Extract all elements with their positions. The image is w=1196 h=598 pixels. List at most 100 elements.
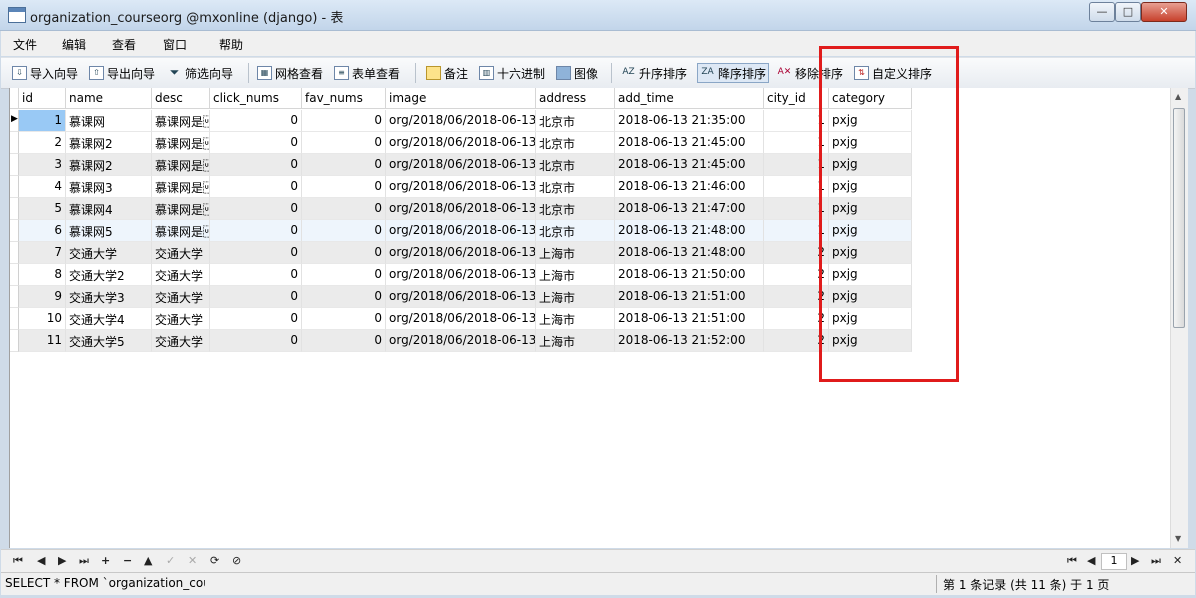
last-record-icon[interactable]: ⏭ (79, 554, 89, 568)
cell-fav-nums[interactable]: 0 (302, 308, 386, 330)
cell-id[interactable]: 1 (19, 110, 66, 132)
cell-name[interactable]: 交通大学 (66, 242, 152, 264)
cell-desc[interactable]: 交通大学 (152, 330, 210, 352)
cell-add-time[interactable]: 2018-06-13 21:52:00 (615, 330, 764, 352)
menu-window[interactable]: 窗口 (163, 36, 187, 53)
cell-city-id[interactable]: 1 (764, 176, 829, 198)
column-header-desc[interactable]: desc (152, 88, 210, 109)
cell-desc[interactable]: 慕课网是 (152, 198, 210, 220)
stop-icon[interactable]: ⊘ (232, 554, 241, 567)
cell-image[interactable]: org/2018/06/2018-06-13_ (386, 330, 536, 352)
column-header-id[interactable]: id (19, 88, 66, 109)
cell-fav-nums[interactable]: 0 (302, 154, 386, 176)
last-page-icon[interactable]: ⏭ (1151, 554, 1161, 568)
scroll-down-icon[interactable]: ▼ (1175, 534, 1181, 543)
cell-address[interactable]: 北京市 (536, 198, 615, 220)
cell-city-id[interactable]: 2 (764, 264, 829, 286)
custom-sort-button[interactable]: ⇅ 自定义排序 (854, 64, 932, 82)
form-view-button[interactable]: ≡ 表单查看 (334, 64, 400, 82)
cell-desc[interactable]: 交通大学 (152, 264, 210, 286)
cell-id[interactable]: 7 (19, 242, 66, 264)
cell-click-nums[interactable]: 0 (210, 154, 302, 176)
vertical-scrollbar[interactable]: ▲ ▼ (1170, 88, 1188, 548)
cell-fav-nums[interactable]: 0 (302, 176, 386, 198)
grid-view-button[interactable]: ▦ 网格查看 (257, 64, 323, 82)
cell-fav-nums[interactable]: 0 (302, 110, 386, 132)
cell-fav-nums[interactable]: 0 (302, 330, 386, 352)
cancel-icon[interactable]: ✕ (188, 554, 197, 567)
table-row[interactable]: 1 慕课网 慕课网是 0 0 org/2018/06/2018-06-13_ 北京市 201… (19, 110, 912, 132)
import-wizard-button[interactable]: ⇩ 导入向导 (12, 64, 78, 82)
cell-name[interactable]: 交通大学4 (66, 308, 152, 330)
cell-name[interactable]: 交通大学5 (66, 330, 152, 352)
refresh-icon[interactable]: ⟳ (210, 554, 219, 567)
minimize-button[interactable]: — (1089, 2, 1115, 22)
menu-edit[interactable]: 编辑 (62, 36, 86, 53)
table-row[interactable]: 8 交通大学2 交通大学 0 0 org/2018/06/2018-06-13_ 上海市 20… (19, 264, 912, 286)
hex-button[interactable]: ▥ 十六进制 (479, 64, 545, 82)
cell-click-nums[interactable]: 0 (210, 242, 302, 264)
column-header-fav-nums[interactable]: fav_nums (302, 88, 386, 109)
page-number-input[interactable]: 1 (1101, 553, 1127, 570)
cell-city-id[interactable]: 1 (764, 154, 829, 176)
cell-category[interactable]: pxjg (829, 220, 912, 242)
column-header-city-id[interactable]: city_id (764, 88, 829, 109)
row-selector[interactable] (10, 308, 19, 330)
prev-page-icon[interactable]: ◀ (1087, 554, 1095, 567)
row-selector[interactable] (10, 330, 19, 352)
cell-address[interactable]: 上海市 (536, 308, 615, 330)
cell-add-time[interactable]: 2018-06-13 21:45:00 (615, 154, 764, 176)
tools-icon[interactable]: ✕ (1173, 554, 1182, 567)
table-row[interactable]: 5 慕课网4 慕课网是 0 0 org/2018/06/2018-06-13_ 北京市 20… (19, 198, 912, 220)
column-header-category[interactable]: category (829, 88, 912, 109)
first-page-icon[interactable]: ⏮ (1067, 554, 1077, 568)
row-selector[interactable]: ▶ (10, 110, 19, 132)
cell-address[interactable]: 上海市 (536, 264, 615, 286)
cell-image[interactable]: org/2018/06/2018-06-13_ (386, 220, 536, 242)
cell-image[interactable]: org/2018/06/2018-06-13_ (386, 264, 536, 286)
prev-record-icon[interactable]: ◀ (37, 554, 45, 567)
table-row[interactable]: 10 交通大学4 交通大学 0 0 org/2018/06/2018-06-13_ 上海市 2… (19, 308, 912, 330)
commit-icon[interactable]: ✓ (166, 554, 175, 567)
cell-add-time[interactable]: 2018-06-13 21:50:00 (615, 264, 764, 286)
cell-desc[interactable]: 慕课网是 (152, 132, 210, 154)
next-page-icon[interactable]: ▶ (1131, 554, 1139, 567)
table-row[interactable]: 9 交通大学3 交通大学 0 0 org/2018/06/2018-06-13_ 上海市 20… (19, 286, 912, 308)
menu-help[interactable]: 帮助 (219, 36, 243, 53)
cell-city-id[interactable]: 1 (764, 132, 829, 154)
cell-add-time[interactable]: 2018-06-13 21:48:00 (615, 220, 764, 242)
cell-address[interactable]: 北京市 (536, 176, 615, 198)
cell-id[interactable]: 2 (19, 132, 66, 154)
cell-category[interactable]: pxjg (829, 110, 912, 132)
cell-name[interactable]: 慕课网2 (66, 154, 152, 176)
cell-fav-nums[interactable]: 0 (302, 286, 386, 308)
menu-file[interactable]: 文件 (13, 36, 37, 53)
table-row[interactable]: 11 交通大学5 交通大学 0 0 org/2018/06/2018-06-13_ 上海市 2… (19, 330, 912, 352)
cell-click-nums[interactable]: 0 (210, 132, 302, 154)
cell-fav-nums[interactable]: 0 (302, 220, 386, 242)
cell-image[interactable]: org/2018/06/2018-06-13_ (386, 132, 536, 154)
cell-fav-nums[interactable]: 0 (302, 242, 386, 264)
cell-click-nums[interactable]: 0 (210, 264, 302, 286)
cell-category[interactable]: pxjg (829, 330, 912, 352)
scrollbar-thumb[interactable] (1173, 108, 1185, 328)
cell-category[interactable]: pxjg (829, 176, 912, 198)
cell-image[interactable]: org/2018/06/2018-06-13_ (386, 110, 536, 132)
cell-desc[interactable]: 慕课网是 (152, 176, 210, 198)
cell-click-nums[interactable]: 0 (210, 110, 302, 132)
cell-id[interactable]: 10 (19, 308, 66, 330)
image-button[interactable]: 图像 (556, 64, 598, 82)
cell-click-nums[interactable]: 0 (210, 176, 302, 198)
cell-category[interactable]: pxjg (829, 286, 912, 308)
close-button[interactable]: ✕ (1141, 2, 1187, 22)
cell-city-id[interactable]: 1 (764, 110, 829, 132)
cell-category[interactable]: pxjg (829, 308, 912, 330)
cell-address[interactable]: 上海市 (536, 286, 615, 308)
cell-add-time[interactable]: 2018-06-13 21:45:00 (615, 132, 764, 154)
cell-desc[interactable]: 慕课网是 (152, 154, 210, 176)
cell-id[interactable]: 5 (19, 198, 66, 220)
cell-image[interactable]: org/2018/06/2018-06-13_ (386, 242, 536, 264)
row-selector[interactable] (10, 286, 19, 308)
cell-desc[interactable]: 慕课网是 (152, 110, 210, 132)
cell-city-id[interactable]: 1 (764, 220, 829, 242)
